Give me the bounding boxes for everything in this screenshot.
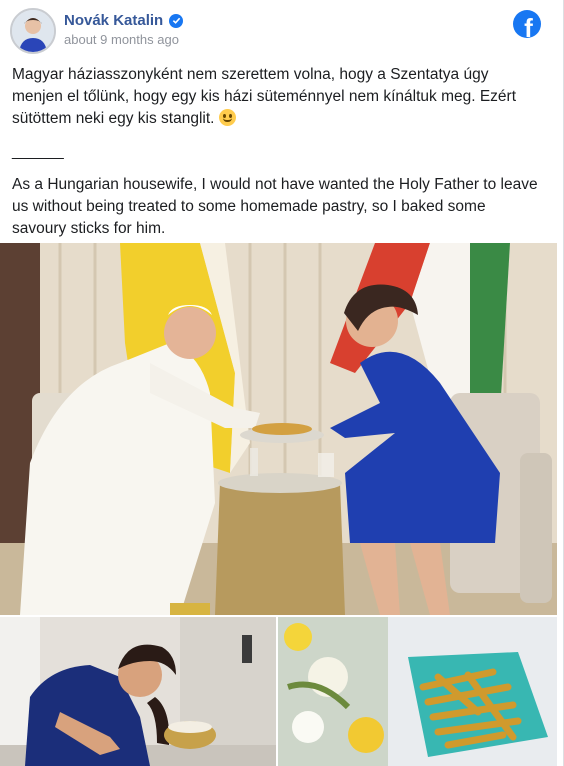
facebook-post-card: Novák Katalin about 9 months ago f Magya… (0, 0, 564, 766)
author-avatar[interactable] (10, 8, 56, 54)
pastry-photo[interactable] (278, 617, 557, 766)
author-line: Novák Katalin (64, 12, 184, 29)
baking-photo[interactable] (0, 617, 276, 766)
post-divider: ______ (12, 143, 64, 160)
facebook-logo-icon[interactable]: f (513, 10, 541, 38)
author-name[interactable]: Novák Katalin (64, 12, 163, 29)
post-paragraph-hungarian: Magyar háziasszonyként nem szerettem vol… (12, 64, 542, 130)
post-text: Magyar háziasszonyként nem szerettem vol… (12, 64, 542, 251)
verified-badge-icon (169, 13, 184, 28)
post-paragraph-english: As a Hungarian housewife, I would not ha… (12, 176, 538, 237)
main-photo[interactable] (0, 243, 557, 615)
post-timestamp[interactable]: about 9 months ago (64, 32, 179, 47)
post-header: Novák Katalin about 9 months ago f (10, 8, 553, 56)
hungarian-text: Magyar háziasszonyként nem szerettem vol… (12, 66, 517, 127)
smiling-face-emoji-icon (218, 109, 236, 126)
